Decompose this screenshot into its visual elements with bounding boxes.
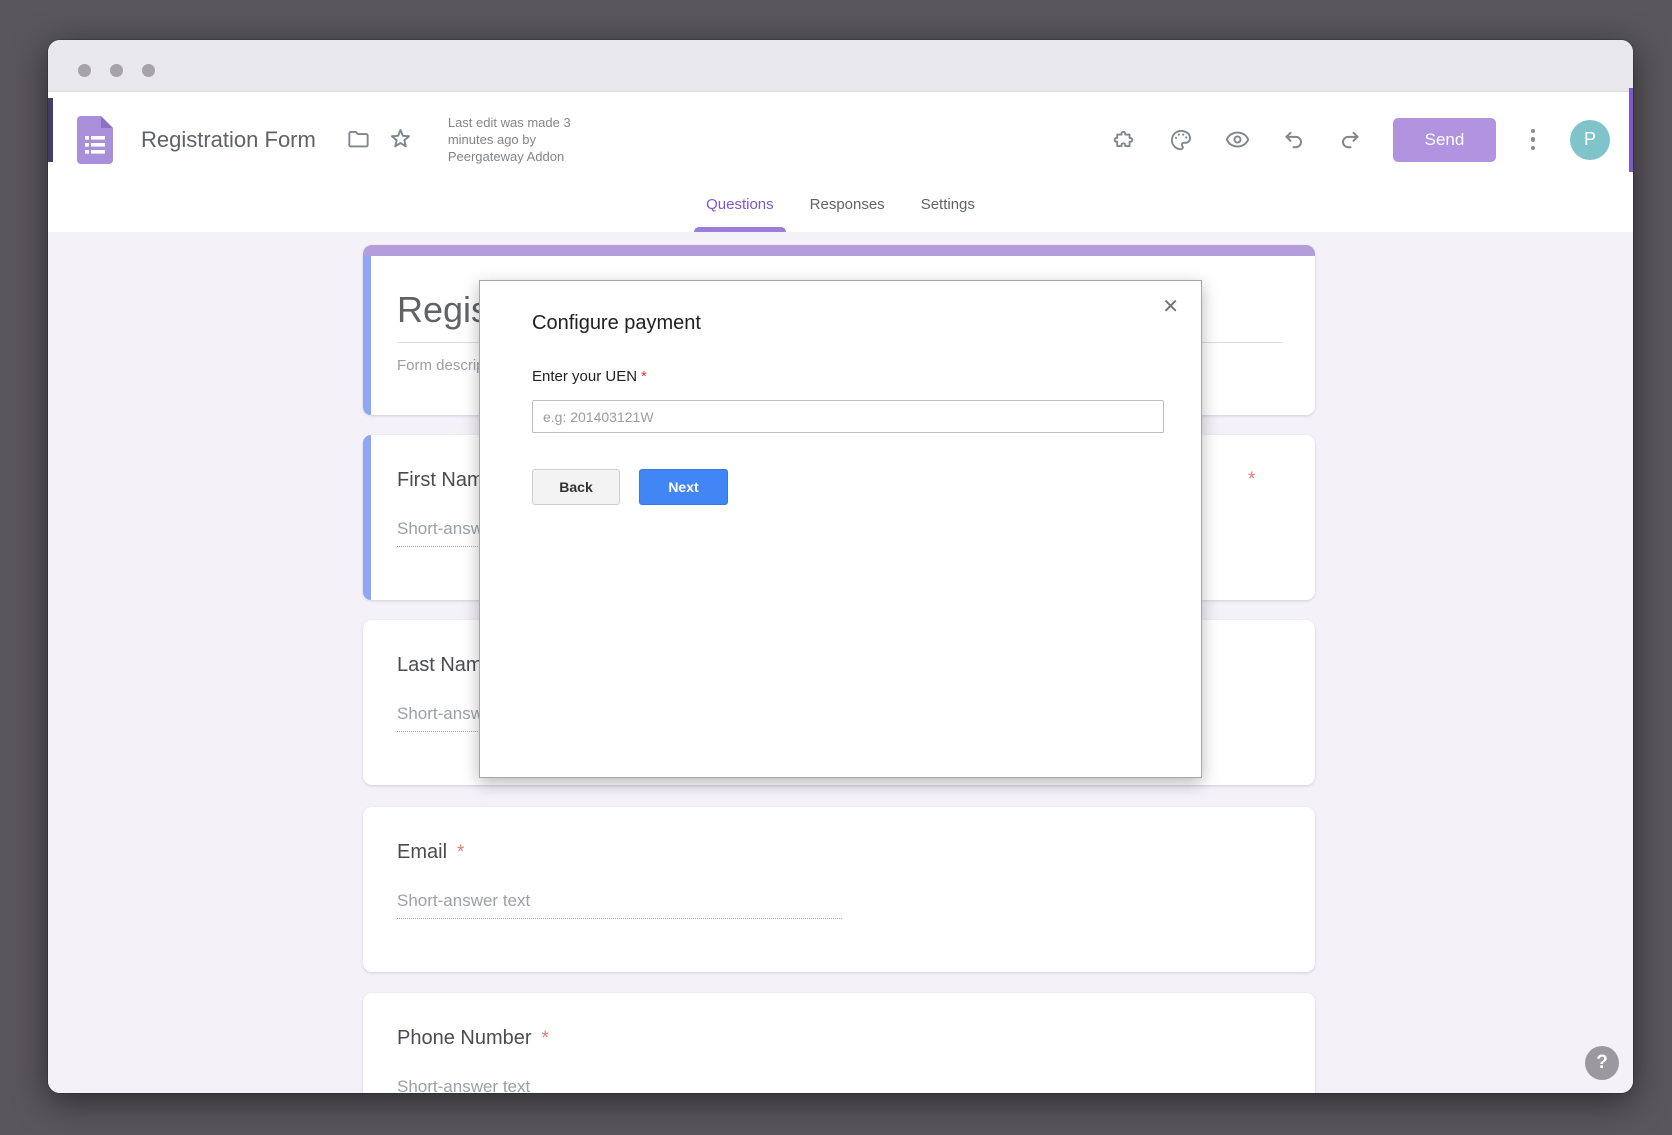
short-answer-placeholder: Short-answer text (397, 1077, 842, 1093)
forms-header: Registration Form Last edit was made 3 m… (48, 92, 1633, 232)
star-icon[interactable] (387, 126, 414, 153)
send-button[interactable]: Send (1393, 118, 1496, 162)
more-kebab-icon[interactable] (1526, 129, 1540, 151)
preview-eye-icon[interactable] (1224, 126, 1251, 153)
theme-palette-icon[interactable] (1168, 127, 1194, 153)
dialog-buttons: Back Next (532, 469, 728, 505)
last-edit-status[interactable]: Last edit was made 3 minutes ago by Peer… (448, 114, 571, 165)
dialog-title: Configure payment (532, 312, 701, 335)
tab-questions[interactable]: Questions (703, 188, 777, 232)
configure-payment-dialog: ✕ Configure payment Enter your UEN* Back… (479, 280, 1202, 778)
question-card-email[interactable]: Email* Short-answer text (363, 807, 1315, 972)
next-button[interactable]: Next (639, 469, 728, 505)
required-asterisk: * (641, 368, 647, 385)
addons-puzzle-icon[interactable] (1112, 127, 1138, 153)
undo-icon[interactable] (1281, 127, 1307, 153)
question-label[interactable]: Email* (397, 841, 464, 864)
right-edge-strip (1629, 88, 1633, 172)
screenshot-root: { "header": { "title": "Registration For… (0, 0, 1672, 1135)
close-icon[interactable]: ✕ (1162, 297, 1179, 317)
question-card-phone-number[interactable]: Phone Number* Short-answer text (363, 993, 1315, 1093)
traffic-light-buttons[interactable] (78, 64, 155, 77)
header-actions: Send P (1112, 118, 1610, 162)
form-tabs: Questions Responses Settings (48, 188, 1633, 232)
window-close-dot[interactable] (78, 64, 91, 77)
window-titlebar (48, 40, 1633, 92)
window-zoom-dot[interactable] (142, 64, 155, 77)
app-window: Registration Form Last edit was made 3 m… (48, 40, 1633, 1093)
move-to-folder-icon[interactable] (346, 127, 371, 152)
google-forms-icon[interactable] (77, 116, 113, 164)
selected-card-indicator (363, 256, 371, 415)
required-asterisk: * (542, 1028, 549, 1049)
header-top-row: Registration Form Last edit was made 3 m… (48, 92, 1633, 187)
window-minimize-dot[interactable] (110, 64, 123, 77)
short-answer-placeholder: Short-answer text (397, 891, 842, 919)
required-asterisk: * (457, 842, 464, 863)
tab-settings[interactable]: Settings (918, 188, 978, 232)
selected-card-indicator (363, 435, 371, 600)
theme-color-bar (363, 245, 1315, 256)
redo-icon[interactable] (1337, 127, 1363, 153)
uen-input[interactable] (532, 400, 1164, 433)
account-avatar[interactable]: P (1570, 120, 1610, 160)
uen-field-label: Enter your UEN* (532, 368, 647, 385)
question-label[interactable]: Phone Number* (397, 1027, 549, 1050)
back-button[interactable]: Back (532, 469, 620, 505)
form-title-header[interactable]: Registration Form (141, 127, 316, 153)
required-asterisk: * (1248, 469, 1255, 491)
form-canvas: Registration Form Form description First… (48, 232, 1633, 1093)
help-icon[interactable]: ? (1585, 1046, 1619, 1080)
tab-responses[interactable]: Responses (807, 188, 888, 232)
left-edge-strip (48, 98, 53, 162)
